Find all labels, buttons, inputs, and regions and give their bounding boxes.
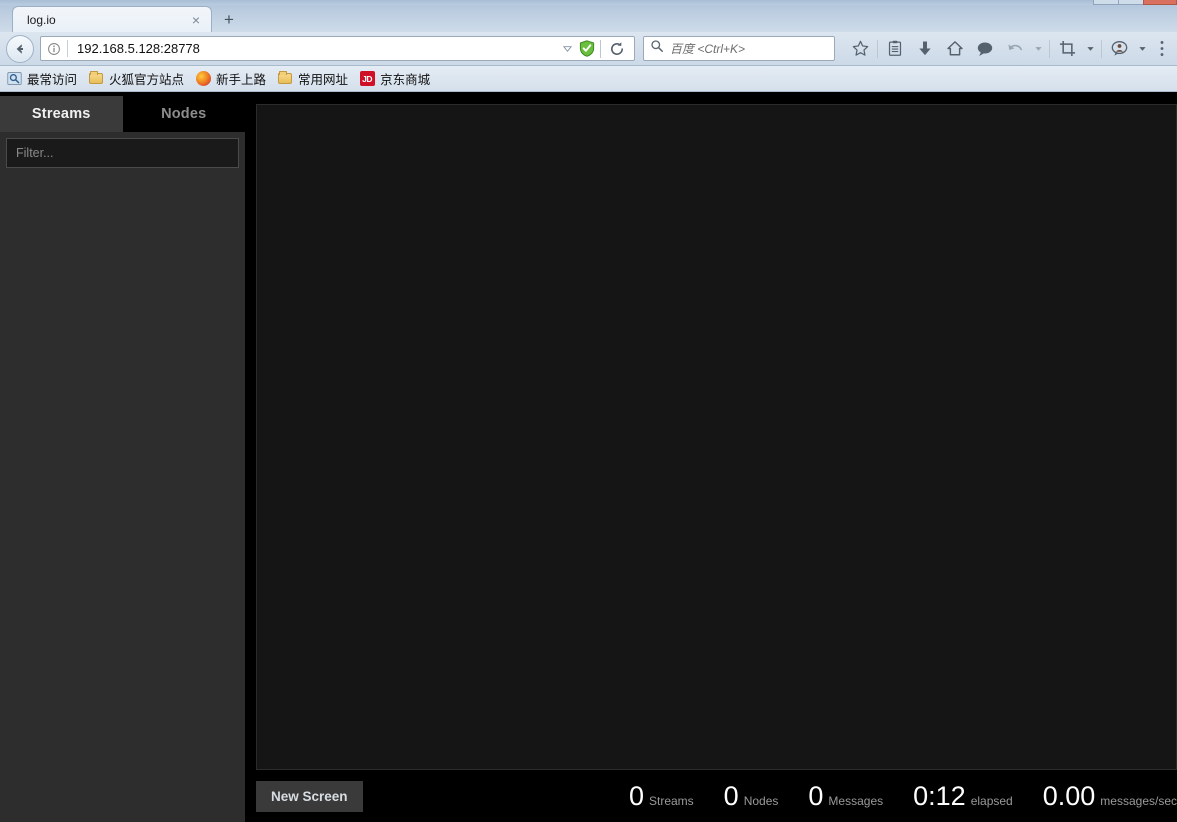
chat-bubble-icon[interactable] xyxy=(970,34,1000,64)
bookmark-getting-started[interactable]: 新手上路 xyxy=(191,67,273,90)
most-visited-icon xyxy=(6,71,22,87)
screenshot-dropdown-icon[interactable] xyxy=(1082,34,1099,64)
stat-value: 0 xyxy=(628,780,644,811)
bookmark-label: 京东商城 xyxy=(380,73,431,87)
search-placeholder: 百度 <Ctrl+K> xyxy=(670,42,746,56)
bookmarks-toolbar: 最常访问 火狐官方站点 新手上路 常用网址 JD 京东商城 xyxy=(0,66,1177,92)
jd-icon: JD xyxy=(359,71,375,87)
tab-streams[interactable]: Streams xyxy=(0,96,123,132)
toolbar-divider xyxy=(600,39,601,58)
chevron-down-icon[interactable] xyxy=(558,43,576,54)
folder-icon xyxy=(88,71,104,87)
account-dropdown-icon[interactable] xyxy=(1134,34,1151,64)
url-bar[interactable]: 192.168.5.128:28778 xyxy=(40,36,635,61)
stat-label: messages/sec xyxy=(1100,793,1177,808)
search-icon xyxy=(650,39,664,58)
firefox-icon xyxy=(195,71,211,87)
bookmark-common-sites[interactable]: 常用网址 xyxy=(273,67,355,90)
tab-strip: log.io × + xyxy=(0,5,1177,32)
folder-icon xyxy=(277,71,293,87)
bookmark-label: 火狐官方站点 xyxy=(109,73,185,87)
stat-label: elapsed xyxy=(970,793,1013,808)
navigation-toolbar: 192.168.5.128:28778 百度 <Ctrl+K> xyxy=(0,32,1177,66)
filter-input[interactable] xyxy=(6,138,239,168)
tab-title: log.io xyxy=(27,12,56,27)
sidebar: Streams Nodes xyxy=(0,96,245,822)
stat-nodes: 0 Nodes xyxy=(723,780,779,811)
home-icon[interactable] xyxy=(940,34,970,64)
stat-value: 0 xyxy=(808,780,824,811)
info-icon[interactable] xyxy=(41,42,67,56)
browser-tab-logio[interactable]: log.io × xyxy=(12,6,212,32)
toolbar-divider xyxy=(877,39,878,58)
main-panel: New Screen 0 Streams 0 Nodes 0 Messages xyxy=(245,96,1177,822)
close-icon[interactable]: × xyxy=(187,13,205,27)
stream-list xyxy=(0,168,245,822)
bookmark-label: 新手上路 xyxy=(216,73,267,87)
screen-area[interactable] xyxy=(256,104,1177,770)
screenshot-crop-icon[interactable] xyxy=(1052,34,1082,64)
stat-label: Streams xyxy=(648,793,694,808)
undo-icon[interactable] xyxy=(1000,34,1030,64)
stat-messages: 0 Messages xyxy=(808,780,884,811)
stat-value: 0 xyxy=(723,780,739,811)
library-icon[interactable] xyxy=(880,34,910,64)
page-content: Streams Nodes New Screen 0 Streams 0 xyxy=(0,96,1177,822)
stat-value: 0.00 xyxy=(1042,780,1096,811)
browser-toolbar-icons xyxy=(845,34,1173,64)
adblock-shield-icon[interactable] xyxy=(576,40,598,57)
stat-streams: 0 Streams xyxy=(628,780,694,811)
reload-icon[interactable] xyxy=(603,41,631,57)
status-footer: New Screen 0 Streams 0 Nodes 0 Messages xyxy=(256,770,1177,822)
filter-container xyxy=(0,132,245,168)
undo-dropdown-icon[interactable] xyxy=(1030,34,1047,64)
search-bar[interactable]: 百度 <Ctrl+K> xyxy=(643,36,835,61)
downloads-icon[interactable] xyxy=(910,34,940,64)
account-bubble-icon[interactable] xyxy=(1104,34,1134,64)
sidebar-tabs: Streams Nodes xyxy=(0,96,245,132)
bookmark-firefox-official[interactable]: 火狐官方站点 xyxy=(84,67,191,90)
url-text[interactable]: 192.168.5.128:28778 xyxy=(68,41,558,56)
browser-window: log.io × + 192.168.5.128:28778 百度 <Ctrl+… xyxy=(0,0,1177,822)
bookmark-label: 常用网址 xyxy=(298,73,349,87)
stat-value: 0:12 xyxy=(913,780,966,811)
tab-nodes[interactable]: Nodes xyxy=(122,96,245,132)
stat-messages-per-sec: 0.00 messages/sec xyxy=(1042,780,1177,811)
url-bar-actions xyxy=(558,39,632,58)
stat-elapsed: 0:12 elapsed xyxy=(913,780,1013,811)
stat-label: Messages xyxy=(828,793,884,808)
bookmark-jd[interactable]: JD 京东商城 xyxy=(355,67,437,90)
bookmark-label: 最常访问 xyxy=(27,73,78,87)
menu-hamburger-icon[interactable] xyxy=(1151,34,1173,64)
bookmark-star-icon[interactable] xyxy=(845,34,875,64)
new-tab-button[interactable]: + xyxy=(214,8,244,32)
stats-bar: 0 Streams 0 Nodes 0 Messages 0:12 elapse… xyxy=(628,780,1177,811)
toolbar-divider xyxy=(1049,39,1050,58)
stat-label: Nodes xyxy=(743,793,779,808)
toolbar-divider xyxy=(1101,39,1102,58)
back-arrow-icon[interactable] xyxy=(6,34,34,63)
new-screen-button[interactable]: New Screen xyxy=(256,780,363,812)
bookmark-most-visited[interactable]: 最常访问 xyxy=(2,67,84,90)
